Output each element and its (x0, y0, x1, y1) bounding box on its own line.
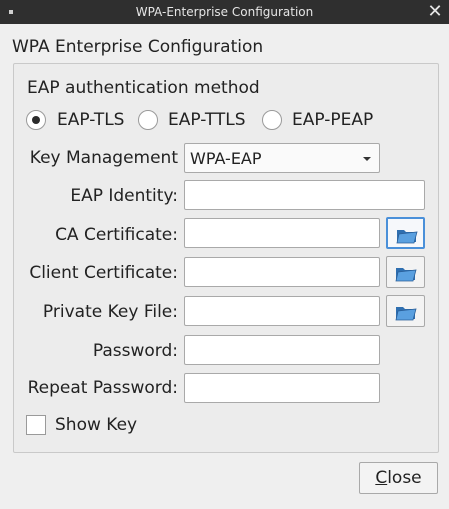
ca-certificate-label: CA Certificate: (55, 225, 178, 245)
show-key-checkbox[interactable] (26, 415, 46, 435)
ca-certificate-browse-button[interactable] (386, 217, 425, 249)
radio-eap-tls[interactable] (26, 110, 46, 130)
eap-identity-input[interactable] (184, 180, 425, 210)
radio-eap-peap-label[interactable]: EAP-PEAP (292, 110, 373, 130)
private-key-file-label: Private Key File: (42, 302, 178, 322)
folder-open-icon (395, 268, 417, 282)
chevron-down-icon (363, 157, 371, 161)
password-input[interactable] (184, 335, 380, 365)
radio-selected-dot (32, 116, 40, 124)
radio-eap-ttls-label[interactable]: EAP-TTLS (168, 110, 246, 130)
ca-certificate-input[interactable] (184, 218, 380, 248)
client-certificate-browse-button[interactable] (386, 256, 425, 288)
repeat-password-input[interactable] (184, 373, 380, 403)
client-certificate-input[interactable] (184, 257, 380, 287)
dialog-heading: WPA Enterprise Configuration (12, 37, 264, 57)
folder-open-icon (396, 230, 418, 244)
radio-eap-tls-label[interactable]: EAP-TLS (57, 110, 124, 130)
radio-eap-ttls[interactable] (138, 110, 158, 130)
close-mnemonic: C (375, 468, 388, 488)
key-management-value: WPA-EAP (190, 149, 262, 168)
folder-open-icon (395, 307, 417, 321)
client-certificate-label: Client Certificate: (29, 263, 178, 283)
key-management-label: Key Management (29, 148, 178, 168)
window-title: WPA-Enterprise Configuration (135, 5, 314, 19)
private-key-file-input[interactable] (184, 296, 380, 326)
show-key-label[interactable]: Show Key (55, 415, 137, 435)
wpa-enterprise-dialog: WPA-Enterprise Configuration ✕ WPA Enter… (0, 0, 449, 509)
key-management-select[interactable]: WPA-EAP (184, 143, 380, 173)
close-button[interactable]: Close (359, 462, 438, 494)
eap-identity-label: EAP Identity: (70, 186, 178, 206)
eap-section-title: EAP authentication method (27, 78, 260, 98)
close-label: lose (387, 468, 422, 488)
private-key-file-browse-button[interactable] (386, 295, 425, 327)
title-bar[interactable]: WPA-Enterprise Configuration ✕ (0, 0, 449, 24)
radio-eap-peap[interactable] (262, 110, 282, 130)
password-label: Password: (92, 341, 178, 361)
repeat-password-label: Repeat Password: (27, 378, 178, 398)
window-close-icon[interactable]: ✕ (425, 2, 445, 22)
